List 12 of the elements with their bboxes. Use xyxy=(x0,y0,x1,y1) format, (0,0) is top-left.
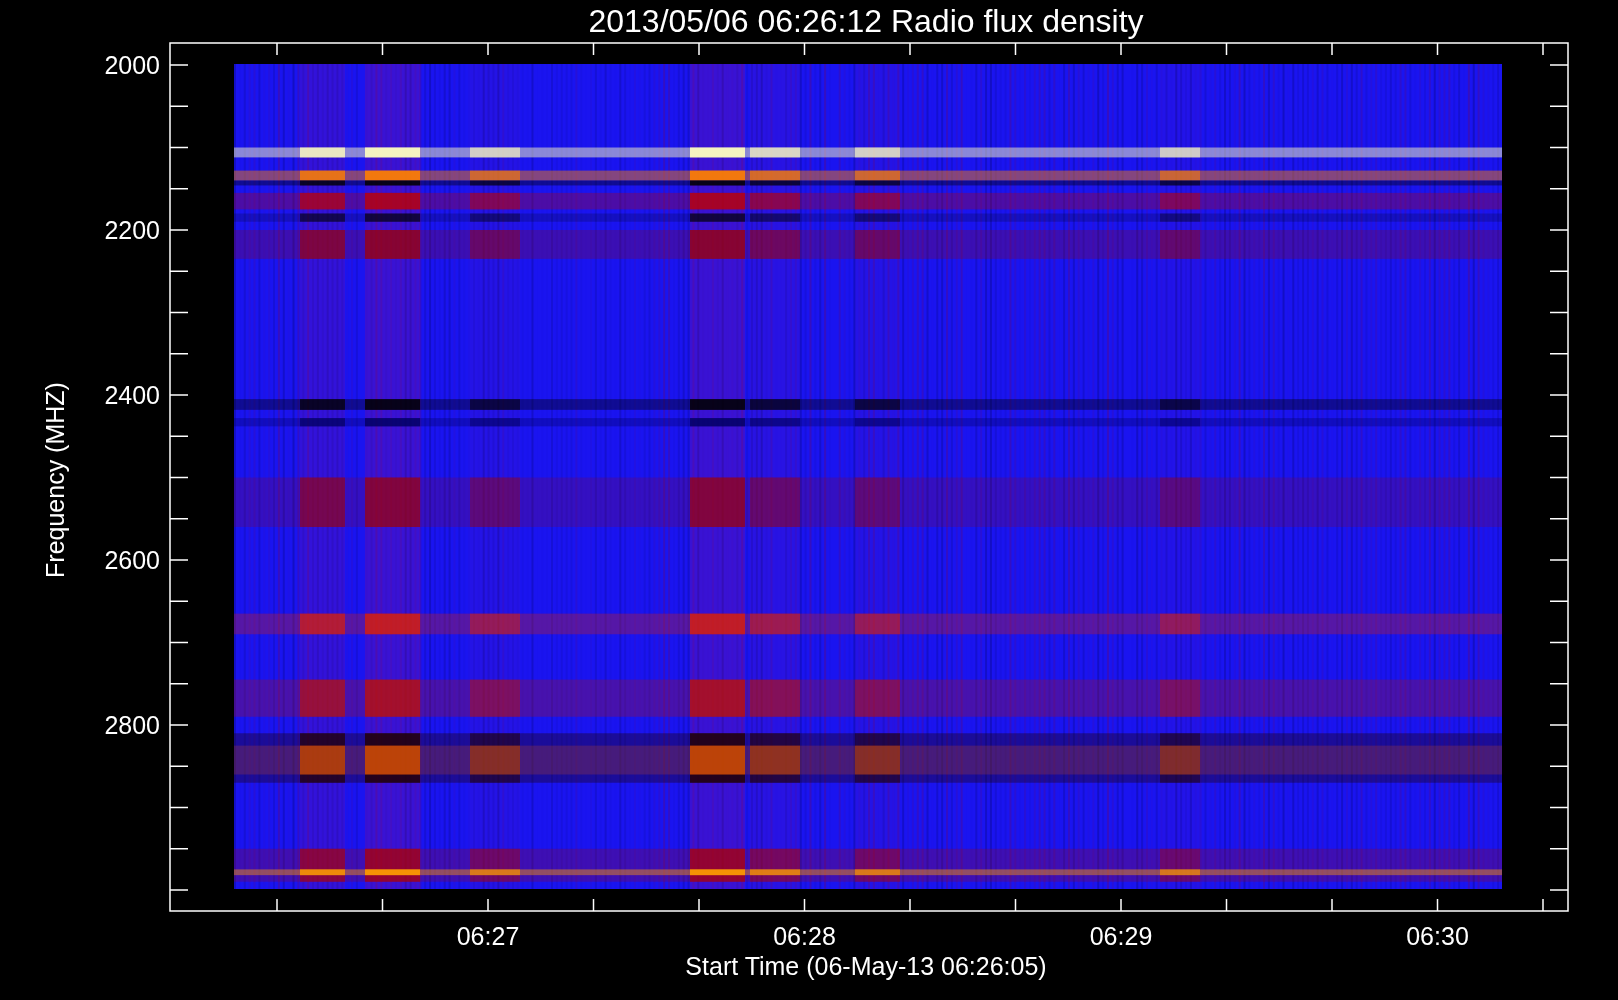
y-tick-label: 2600 xyxy=(104,546,160,574)
x-tick-label: 06:27 xyxy=(456,922,520,950)
x-axis-label: Start Time (06-May-13 06:26:05) xyxy=(685,952,1047,980)
plot-title: 2013/05/06 06:26:12 Radio flux density xyxy=(588,3,1144,39)
y-axis-label: Frequency (MHZ) xyxy=(41,382,69,578)
y-tick-label: 2200 xyxy=(104,216,160,244)
y-tick-label: 2400 xyxy=(104,381,160,409)
x-tick-label: 06:29 xyxy=(1089,922,1153,950)
x-tick-label: 06:28 xyxy=(773,922,836,950)
x-tick-label: 06:30 xyxy=(1406,922,1469,950)
y-tick-label: 2000 xyxy=(104,51,160,79)
y-tick-label: 2800 xyxy=(104,711,160,739)
